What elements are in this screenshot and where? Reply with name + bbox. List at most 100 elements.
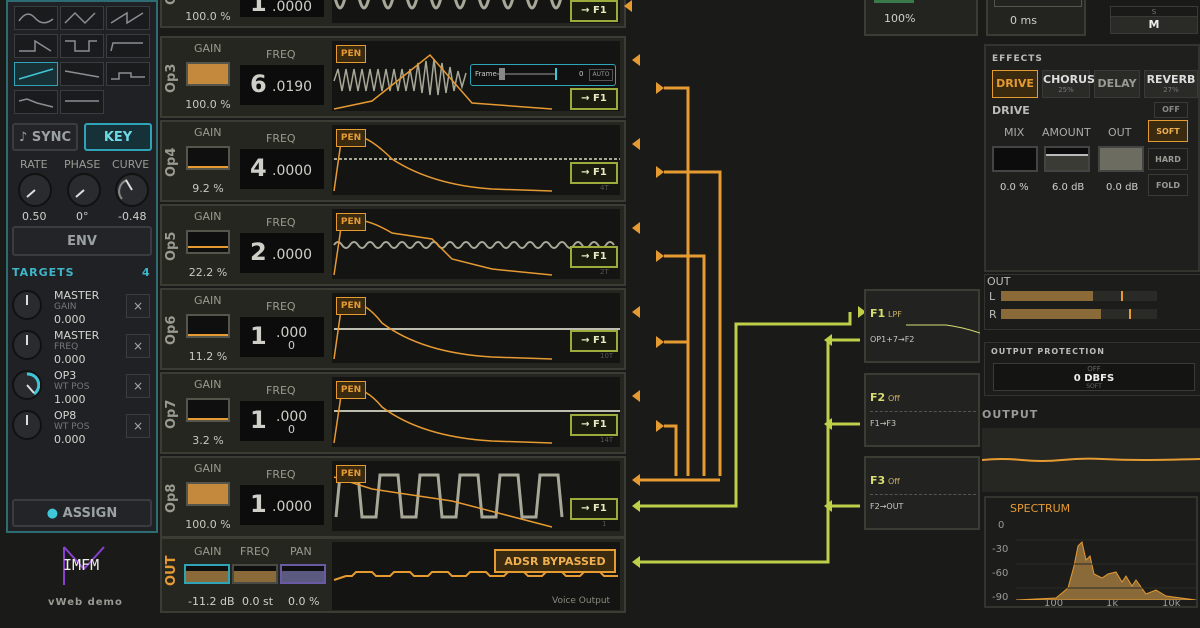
pen-button[interactable]: PEN bbox=[336, 381, 366, 399]
freq-display[interactable]: 1 .000 0 bbox=[240, 401, 324, 441]
gain-slider[interactable] bbox=[186, 482, 230, 506]
route-button[interactable]: → F1 bbox=[570, 330, 618, 352]
square-wave-button[interactable] bbox=[60, 34, 104, 58]
key-button[interactable]: KEY bbox=[84, 123, 152, 151]
mix-slider[interactable] bbox=[992, 146, 1038, 172]
route-button[interactable]: → F1 bbox=[570, 498, 618, 520]
out-gain-slider[interactable] bbox=[184, 564, 230, 584]
waveform-display[interactable] bbox=[332, 125, 620, 195]
freq-display[interactable]: 2 .0000 bbox=[240, 233, 324, 273]
fold-mode-button[interactable]: FOLD bbox=[1148, 174, 1188, 196]
gain-slider[interactable] bbox=[186, 314, 230, 338]
remove-target-button[interactable]: × bbox=[126, 374, 150, 398]
rise-wave-button[interactable] bbox=[14, 62, 58, 86]
pen-button[interactable]: PEN bbox=[336, 45, 366, 63]
soft-mode-button[interactable]: SOFT bbox=[1148, 120, 1188, 142]
gain-slider[interactable] bbox=[186, 398, 230, 422]
curve-knob[interactable] bbox=[115, 173, 149, 207]
target-amount-knob[interactable] bbox=[12, 330, 42, 360]
remove-target-button[interactable]: × bbox=[126, 334, 150, 358]
waveform-display[interactable] bbox=[332, 293, 620, 363]
freq-display[interactable]: 1 .0000 bbox=[240, 0, 324, 17]
filter-mode: Off bbox=[888, 477, 900, 486]
pen-button[interactable]: PEN bbox=[336, 213, 366, 231]
protection-selector[interactable]: OFF 0 DBFS SOFT bbox=[993, 363, 1195, 391]
solo-mute-group: S M bbox=[1110, 0, 1198, 36]
sine-wave-button[interactable] bbox=[14, 6, 58, 30]
saw-wave-button[interactable] bbox=[106, 6, 150, 30]
target-amount-knob[interactable] bbox=[12, 370, 42, 400]
phase-value: 0° bbox=[76, 210, 89, 223]
spectrum-y-tick: -30 bbox=[992, 544, 1009, 555]
freq-label: FREQ bbox=[266, 216, 296, 229]
freq-display[interactable]: 1 .0000 bbox=[240, 485, 324, 525]
gain-slider[interactable] bbox=[186, 146, 230, 170]
reverb-tab[interactable]: REVERB 27% bbox=[1144, 70, 1198, 98]
remove-target-button[interactable]: × bbox=[126, 294, 150, 318]
target-value: 0.000 bbox=[54, 313, 86, 326]
output-waveform bbox=[981, 457, 1200, 462]
waveform-display[interactable] bbox=[332, 461, 620, 531]
waveform-display[interactable] bbox=[332, 377, 620, 447]
harmonic-tag: 4T bbox=[600, 184, 609, 192]
rate-knob[interactable] bbox=[18, 173, 52, 207]
pulse-wave-button[interactable] bbox=[106, 34, 150, 58]
target-row: OP3 WT POS 1.000 × bbox=[8, 366, 156, 406]
auto-button[interactable]: AUTO bbox=[589, 69, 613, 81]
gain-slider[interactable] bbox=[186, 62, 230, 86]
filter-f1[interactable]: F1 LPF OP1+7→F2 bbox=[864, 289, 980, 363]
gain-slider[interactable] bbox=[186, 230, 230, 254]
target-amount-knob[interactable] bbox=[12, 410, 42, 440]
filter-route: F1→F3 bbox=[870, 419, 897, 428]
out-freq-label: FREQ bbox=[240, 545, 270, 558]
smooth-wave-button[interactable] bbox=[14, 90, 58, 114]
adsr-bypassed-button[interactable]: ADSR BYPASSED bbox=[494, 549, 616, 573]
route-button[interactable]: → F1 bbox=[570, 246, 618, 268]
triangle-wave-button[interactable] bbox=[60, 6, 104, 30]
operator-8: Op8 GAIN FREQ 100.0 % 1 .0000 PEN → F1 1 bbox=[160, 456, 626, 538]
drive-off-toggle[interactable]: OFF bbox=[1154, 102, 1188, 118]
freq-label: FREQ bbox=[266, 384, 296, 397]
out-slider[interactable] bbox=[1098, 146, 1144, 172]
target-amount-knob[interactable] bbox=[12, 290, 42, 320]
fall-wave-button[interactable] bbox=[60, 62, 104, 86]
out-freq-slider[interactable] bbox=[232, 564, 278, 584]
ramp-wave-button[interactable] bbox=[14, 34, 58, 58]
route-button[interactable]: → F1 bbox=[570, 0, 618, 22]
gain-value: 3.2 % bbox=[192, 434, 224, 447]
amount-value: 6.0 dB bbox=[1052, 182, 1085, 193]
freq-display[interactable]: 4 .0000 bbox=[240, 149, 324, 189]
frame-slider[interactable] bbox=[497, 68, 557, 80]
filter-f3[interactable]: F3 Off F2→OUT bbox=[864, 456, 980, 530]
target-value: 0.000 bbox=[54, 353, 86, 366]
env-button[interactable]: ENV bbox=[12, 226, 152, 256]
delay-tab[interactable]: DELAY bbox=[1094, 70, 1140, 98]
time-box: 0 ms bbox=[986, 0, 1086, 36]
amount-slider[interactable] bbox=[1044, 146, 1090, 172]
mute-button[interactable]: M bbox=[1110, 16, 1198, 34]
target-value: 0.000 bbox=[54, 433, 86, 446]
hard-mode-button[interactable]: HARD bbox=[1148, 148, 1188, 170]
waveform-display[interactable] bbox=[332, 209, 620, 279]
route-button[interactable]: → F1 bbox=[570, 162, 618, 184]
chorus-tab[interactable]: CHORUS 25% bbox=[1042, 70, 1095, 98]
pen-button[interactable]: PEN bbox=[336, 129, 366, 147]
pen-button[interactable]: PEN bbox=[336, 297, 366, 315]
step-wave-button[interactable] bbox=[106, 62, 150, 86]
filter-f2[interactable]: F2 Off F1→F3 bbox=[864, 373, 980, 447]
freq-display[interactable]: 6 .0190 bbox=[240, 65, 324, 105]
flat-wave-button[interactable] bbox=[60, 90, 104, 114]
sync-button[interactable]: ♪ SYNC bbox=[12, 123, 78, 151]
drive-tab[interactable]: DRIVE bbox=[992, 70, 1038, 98]
assign-button[interactable]: ● ASSIGN bbox=[12, 499, 152, 527]
phase-knob[interactable] bbox=[67, 173, 101, 207]
target-param: GAIN bbox=[54, 302, 77, 312]
out-pan-slider[interactable] bbox=[280, 564, 326, 584]
output-scope: OUTPUT bbox=[981, 404, 1200, 492]
route-button[interactable]: → F1 bbox=[570, 414, 618, 436]
route-button[interactable]: → F1 bbox=[570, 88, 618, 110]
freq-display[interactable]: 1 .000 0 bbox=[240, 317, 324, 357]
pen-button[interactable]: PEN bbox=[336, 465, 366, 483]
remove-target-button[interactable]: × bbox=[126, 414, 150, 438]
gain-label: GAIN bbox=[194, 462, 222, 475]
